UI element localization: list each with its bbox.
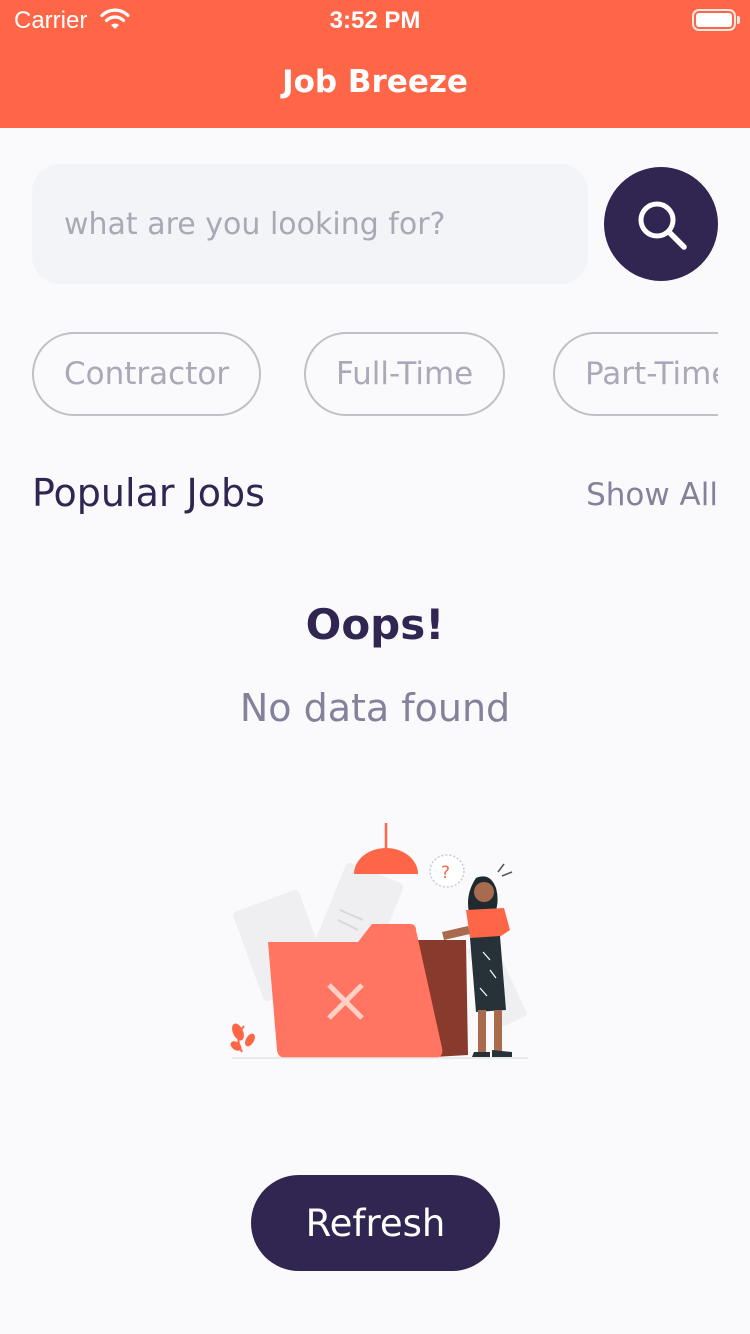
popular-jobs-title: Popular Jobs (32, 471, 265, 515)
battery-icon (692, 9, 740, 31)
job-type-tab-contractor[interactable]: Contractor (32, 332, 262, 416)
empty-folder-illustration: ? (230, 823, 528, 1059)
empty-state-heading: Oops! (305, 600, 445, 649)
empty-state-message: No data found (239, 686, 511, 730)
app-title: Job Breeze (282, 64, 468, 100)
job-type-tab-part-time[interactable]: Part-Time (553, 332, 718, 416)
search-button[interactable] (604, 167, 718, 281)
job-type-tabs: Contractor Full-Time Part-Time (32, 332, 718, 418)
show-all-button[interactable]: Show All (586, 477, 718, 513)
job-type-tab-full-time[interactable]: Full-Time (304, 332, 506, 416)
refresh-button[interactable]: Refresh (251, 1175, 500, 1271)
search-box (32, 164, 588, 284)
status-bar: Carrier 3:52 PM (0, 0, 750, 40)
svg-text:?: ? (441, 863, 450, 883)
search-input[interactable] (64, 202, 564, 246)
search-icon (638, 201, 687, 250)
clock: 3:52 PM (329, 7, 421, 34)
app-header: Carrier 3:52 PM Job Breeze (0, 0, 750, 128)
